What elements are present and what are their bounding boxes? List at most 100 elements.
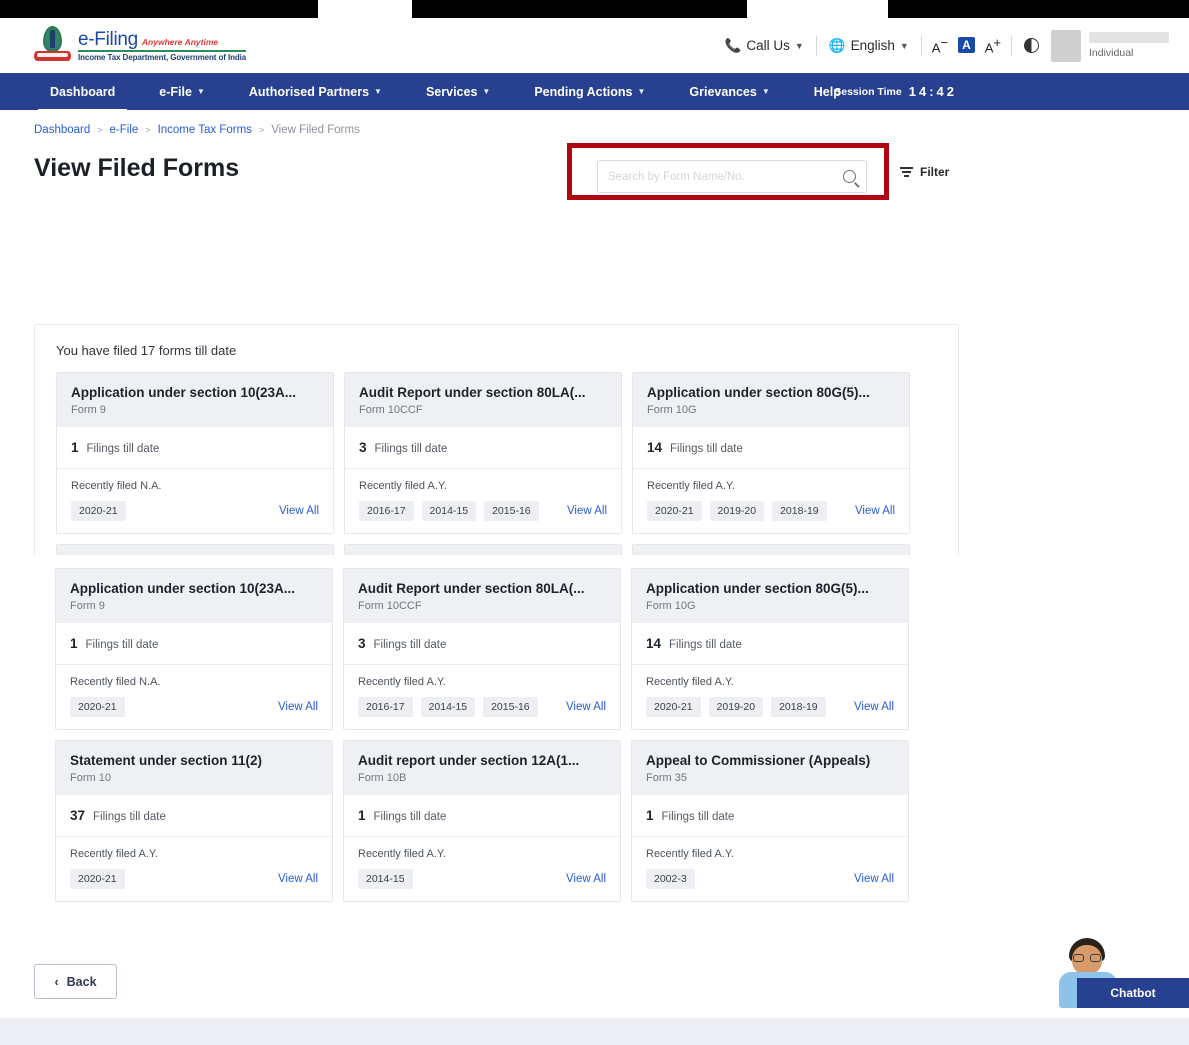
form-card-footer: Recently filed N.A.2020-21View All	[57, 469, 333, 533]
assessment-year-chip[interactable]: 2016-17	[359, 501, 414, 521]
recently-filed-label: Recently filed A.Y.	[646, 848, 894, 860]
search-icon[interactable]	[843, 170, 856, 183]
form-card[interactable]: Statement under section 11(2)Form 1037Fi…	[55, 740, 333, 902]
chatbot-widget[interactable]: Chatbot	[1039, 936, 1189, 1008]
nav-item-label: Pending Actions	[534, 85, 632, 99]
form-card-number: Form 10	[70, 772, 318, 784]
form-card[interactable]: Audit Report under section 80LA(...Form …	[344, 372, 622, 534]
form-card[interactable]: Application under section 10(23A...Form …	[55, 568, 333, 730]
assessment-year-chip[interactable]: 2019-20	[709, 697, 764, 717]
assessment-year-chip[interactable]: 2019-20	[710, 501, 765, 521]
filings-count-label: Filings till date	[670, 443, 743, 455]
form-card-filings: 14Filings till date	[633, 427, 909, 469]
form-card-number: Form 10G	[646, 600, 894, 612]
nav-item-dashboard[interactable]: Dashboard	[28, 73, 137, 110]
nav-item-grievances[interactable]: Grievances▼	[667, 73, 791, 110]
form-card-footer: Recently filed A.Y.2014-15View All	[344, 837, 620, 901]
filings-count: 37	[70, 808, 85, 823]
form-card-title: Application under section 10(23A...	[71, 385, 319, 400]
assessment-year-chip[interactable]: 2020-21	[647, 501, 702, 521]
nav-item-label: Dashboard	[50, 85, 115, 99]
nav-item-e-file[interactable]: e-File▼	[137, 73, 227, 110]
phone-icon: 📞	[725, 38, 742, 54]
form-card[interactable]: Application under section 10(23A...Form …	[56, 372, 334, 534]
chevron-down-icon: ▼	[637, 87, 645, 96]
form-card-footer: Recently filed A.Y.2020-212019-202018-19…	[633, 469, 909, 533]
assessment-year-chip[interactable]: 2014-15	[358, 869, 413, 889]
call-us-menu[interactable]: 📞 Call Us ▼	[713, 38, 816, 54]
brand-tagline: Anywhere Anytime	[142, 38, 218, 47]
forms-grid-overlay: Application under section 10(23A...Form …	[0, 555, 1189, 902]
form-card-footer: Recently filed A.Y.2016-172014-152015-16…	[344, 665, 620, 729]
user-profile[interactable]: Individual	[1051, 30, 1189, 62]
assessment-year-chip[interactable]: 2015-16	[483, 697, 538, 717]
assessment-year-chip[interactable]: 2016-17	[358, 697, 413, 717]
language-menu[interactable]: 🌐 English ▼	[817, 38, 921, 54]
view-all-link[interactable]: View All	[566, 873, 606, 885]
main-navigation: Dashboard e-File▼Authorised Partners▼Serv…	[0, 73, 1189, 110]
assessment-years-row: 2020-21 2019-20 2018-19 View All	[647, 501, 895, 521]
assessment-year-chip[interactable]: 2018-19	[771, 697, 826, 717]
font-decrease-button[interactable]: A−	[932, 35, 948, 55]
form-card[interactable]: Audit Report under section 80LA(...Form …	[343, 568, 621, 730]
brand-subtitle: Income Tax Department, Government of Ind…	[78, 54, 246, 62]
assessment-year-chip[interactable]: 2020-21	[70, 697, 125, 717]
user-name-redacted	[1089, 32, 1169, 43]
assessment-year-chip[interactable]: 2002-3	[646, 869, 695, 889]
form-card-footer: Recently filed N.A.2020-21View All	[56, 665, 332, 729]
chevron-down-icon: ▼	[900, 41, 909, 51]
assessment-year-chip[interactable]: 2014-15	[422, 501, 477, 521]
form-card-number: Form 10B	[358, 772, 606, 784]
font-normal-button[interactable]: A	[958, 37, 975, 53]
assessment-years-row: 2020-21 View All	[71, 501, 319, 521]
view-all-link[interactable]: View All	[278, 701, 318, 713]
form-card-footer: Recently filed A.Y. 2002-3 View All	[632, 837, 908, 901]
assessment-year-chip[interactable]: 2014-15	[421, 697, 476, 717]
assessment-year-chip[interactable]: 2020-21	[70, 869, 125, 889]
breadcrumb-separator: >	[97, 125, 102, 135]
site-logo[interactable]: e-Filing Anywhere Anytime Income Tax Dep…	[34, 26, 246, 66]
assessment-year-chip[interactable]: 2020-21	[646, 697, 701, 717]
filings-count: 3	[358, 636, 366, 651]
assessment-years-row: 2016-17 2014-15 2015-16 View All	[359, 501, 607, 521]
form-card-title: Audit Report under section 80LA(...	[358, 581, 606, 596]
breadcrumb-item-1[interactable]: e-File	[110, 124, 139, 136]
form-card[interactable]: Application under section 80G(5)...Form …	[632, 372, 910, 534]
font-increase-button[interactable]: A+	[985, 35, 1001, 55]
form-card[interactable]: Audit report under section 12A(1...Form …	[343, 740, 621, 902]
view-all-link[interactable]: View All	[278, 873, 318, 885]
assessment-year-chip[interactable]: 2020-21	[71, 501, 126, 521]
view-all-link[interactable]: View All	[855, 505, 895, 517]
view-all-link[interactable]: View All	[566, 701, 606, 713]
contrast-toggle[interactable]	[1012, 38, 1051, 53]
assessment-year-chip[interactable]: 2018-19	[772, 501, 827, 521]
filings-count: 3	[359, 440, 367, 455]
view-all-link[interactable]: View All	[854, 701, 894, 713]
view-all-link[interactable]: View All	[567, 505, 607, 517]
chevron-left-icon: ‹	[54, 975, 58, 989]
form-card[interactable]: Appeal to Commissioner (Appeals)Form 351…	[631, 740, 909, 902]
form-card-header: Application under section 10(23A...Form …	[56, 569, 332, 623]
chevron-down-icon: ▼	[795, 41, 804, 51]
search-field-wrapper[interactable]	[597, 160, 867, 193]
form-card-header: Application under section 10(23A...Form …	[57, 373, 333, 427]
form-card[interactable]: Application under section 80G(5)...Form …	[631, 568, 909, 730]
breadcrumb-item-0[interactable]: Dashboard	[34, 124, 90, 136]
assessment-year-chip[interactable]: 2015-16	[484, 501, 539, 521]
back-label: Back	[67, 975, 97, 989]
form-card-title: Application under section 80G(5)...	[647, 385, 895, 400]
filings-count-label: Filings till date	[662, 811, 735, 823]
breadcrumb-item-2[interactable]: Income Tax Forms	[158, 124, 252, 136]
session-timer: Session Time14:42	[834, 84, 957, 99]
form-card-header: Audit Report under section 80LA(...Form …	[344, 569, 620, 623]
back-button[interactable]: ‹ Back	[34, 964, 117, 999]
view-all-link[interactable]: View All	[854, 873, 894, 885]
nav-item-authorised-partners[interactable]: Authorised Partners▼	[227, 73, 404, 110]
search-input[interactable]	[608, 171, 843, 183]
site-header: e-Filing Anywhere Anytime Income Tax Dep…	[0, 18, 1189, 73]
filter-button[interactable]: Filter	[900, 165, 949, 179]
chatbot-label[interactable]: Chatbot	[1077, 978, 1189, 1008]
nav-item-pending-actions[interactable]: Pending Actions ▼	[512, 73, 667, 110]
view-all-link[interactable]: View All	[279, 505, 319, 517]
nav-item-services[interactable]: Services▼	[404, 73, 512, 110]
